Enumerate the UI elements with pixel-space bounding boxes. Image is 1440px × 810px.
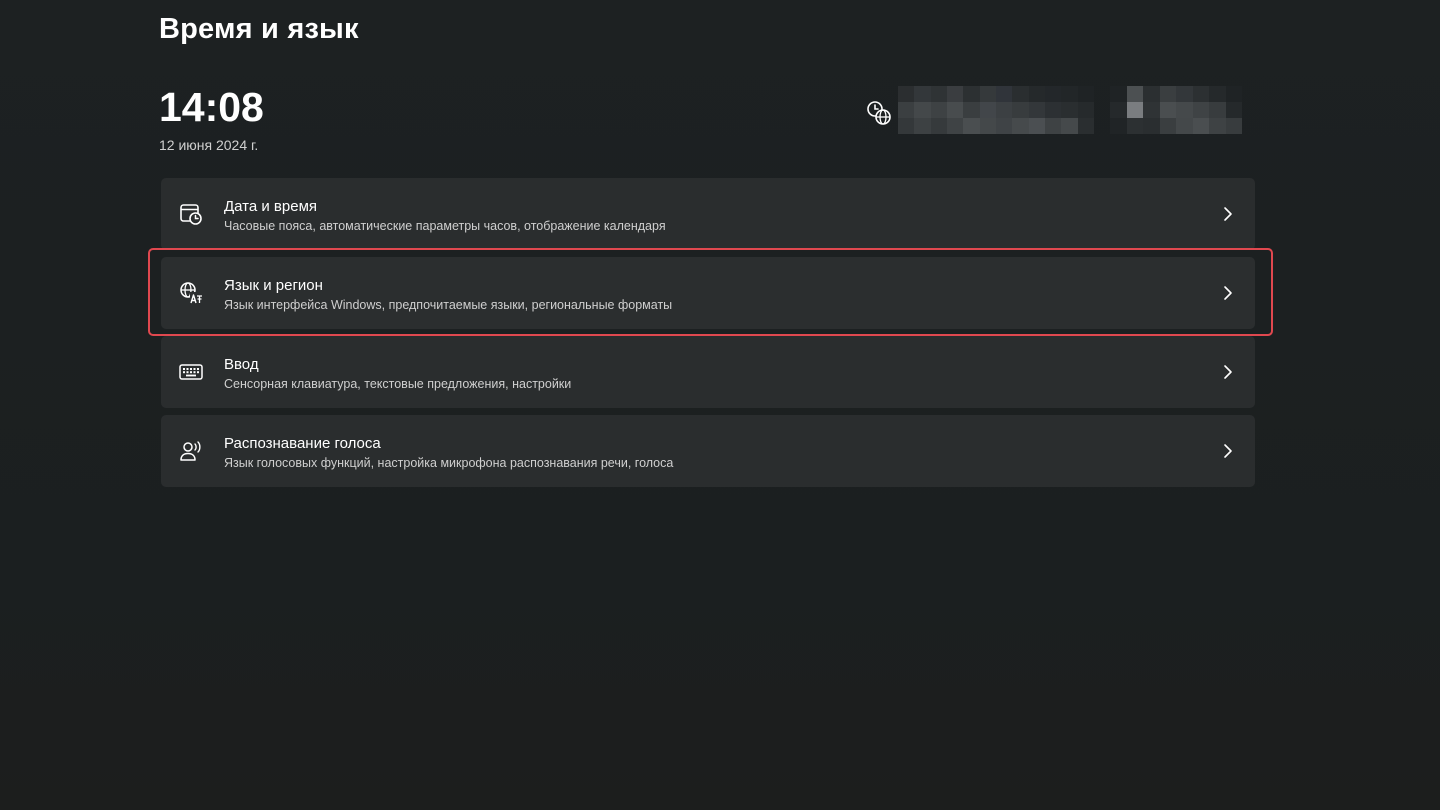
obscured-timezone-text <box>898 86 1094 134</box>
chevron-right-icon <box>1224 286 1232 300</box>
settings-item-title: Язык и регион <box>224 277 323 294</box>
obscured-timezone-text-2 <box>1110 86 1242 134</box>
settings-page: Время и язык 14:08 12 июня 2024 г. Дата … <box>0 0 1440 810</box>
chevron-right-icon <box>1224 365 1232 379</box>
chevron-right-icon <box>1224 207 1232 221</box>
clock-globe-icon <box>867 101 891 125</box>
settings-item-title: Ввод <box>224 356 259 373</box>
chevron-right-icon <box>1224 444 1232 458</box>
settings-item-language-region[interactable]: Язык и регион Язык интерфейса Windows, п… <box>161 257 1255 329</box>
settings-item-description: Часовые пояса, автоматические параметры … <box>224 219 666 233</box>
page-title: Время и язык <box>159 13 359 45</box>
settings-item-typing[interactable]: Ввод Сенсорная клавиатура, текстовые пре… <box>161 336 1255 408</box>
settings-item-title: Распознавание голоса <box>224 435 381 452</box>
current-date: 12 июня 2024 г. <box>159 137 259 153</box>
settings-list: Дата и время Часовые пояса, автоматическ… <box>161 178 1255 494</box>
keyboard-icon <box>179 364 203 380</box>
settings-item-date-time[interactable]: Дата и время Часовые пояса, автоматическ… <box>161 178 1255 250</box>
calendar-clock-icon <box>180 204 202 225</box>
settings-item-description: Язык голосовых функций, настройка микроф… <box>224 456 674 470</box>
settings-item-title: Дата и время <box>224 198 318 215</box>
settings-item-description: Язык интерфейса Windows, предпочитаемые … <box>224 298 673 312</box>
language-globe-icon <box>180 282 202 304</box>
settings-item-speech[interactable]: Распознавание голоса Язык голосовых функ… <box>161 415 1255 487</box>
settings-item-description: Сенсорная клавиатура, текстовые предложе… <box>224 377 572 391</box>
voice-person-icon <box>180 441 201 461</box>
current-time: 14:08 <box>159 84 264 130</box>
